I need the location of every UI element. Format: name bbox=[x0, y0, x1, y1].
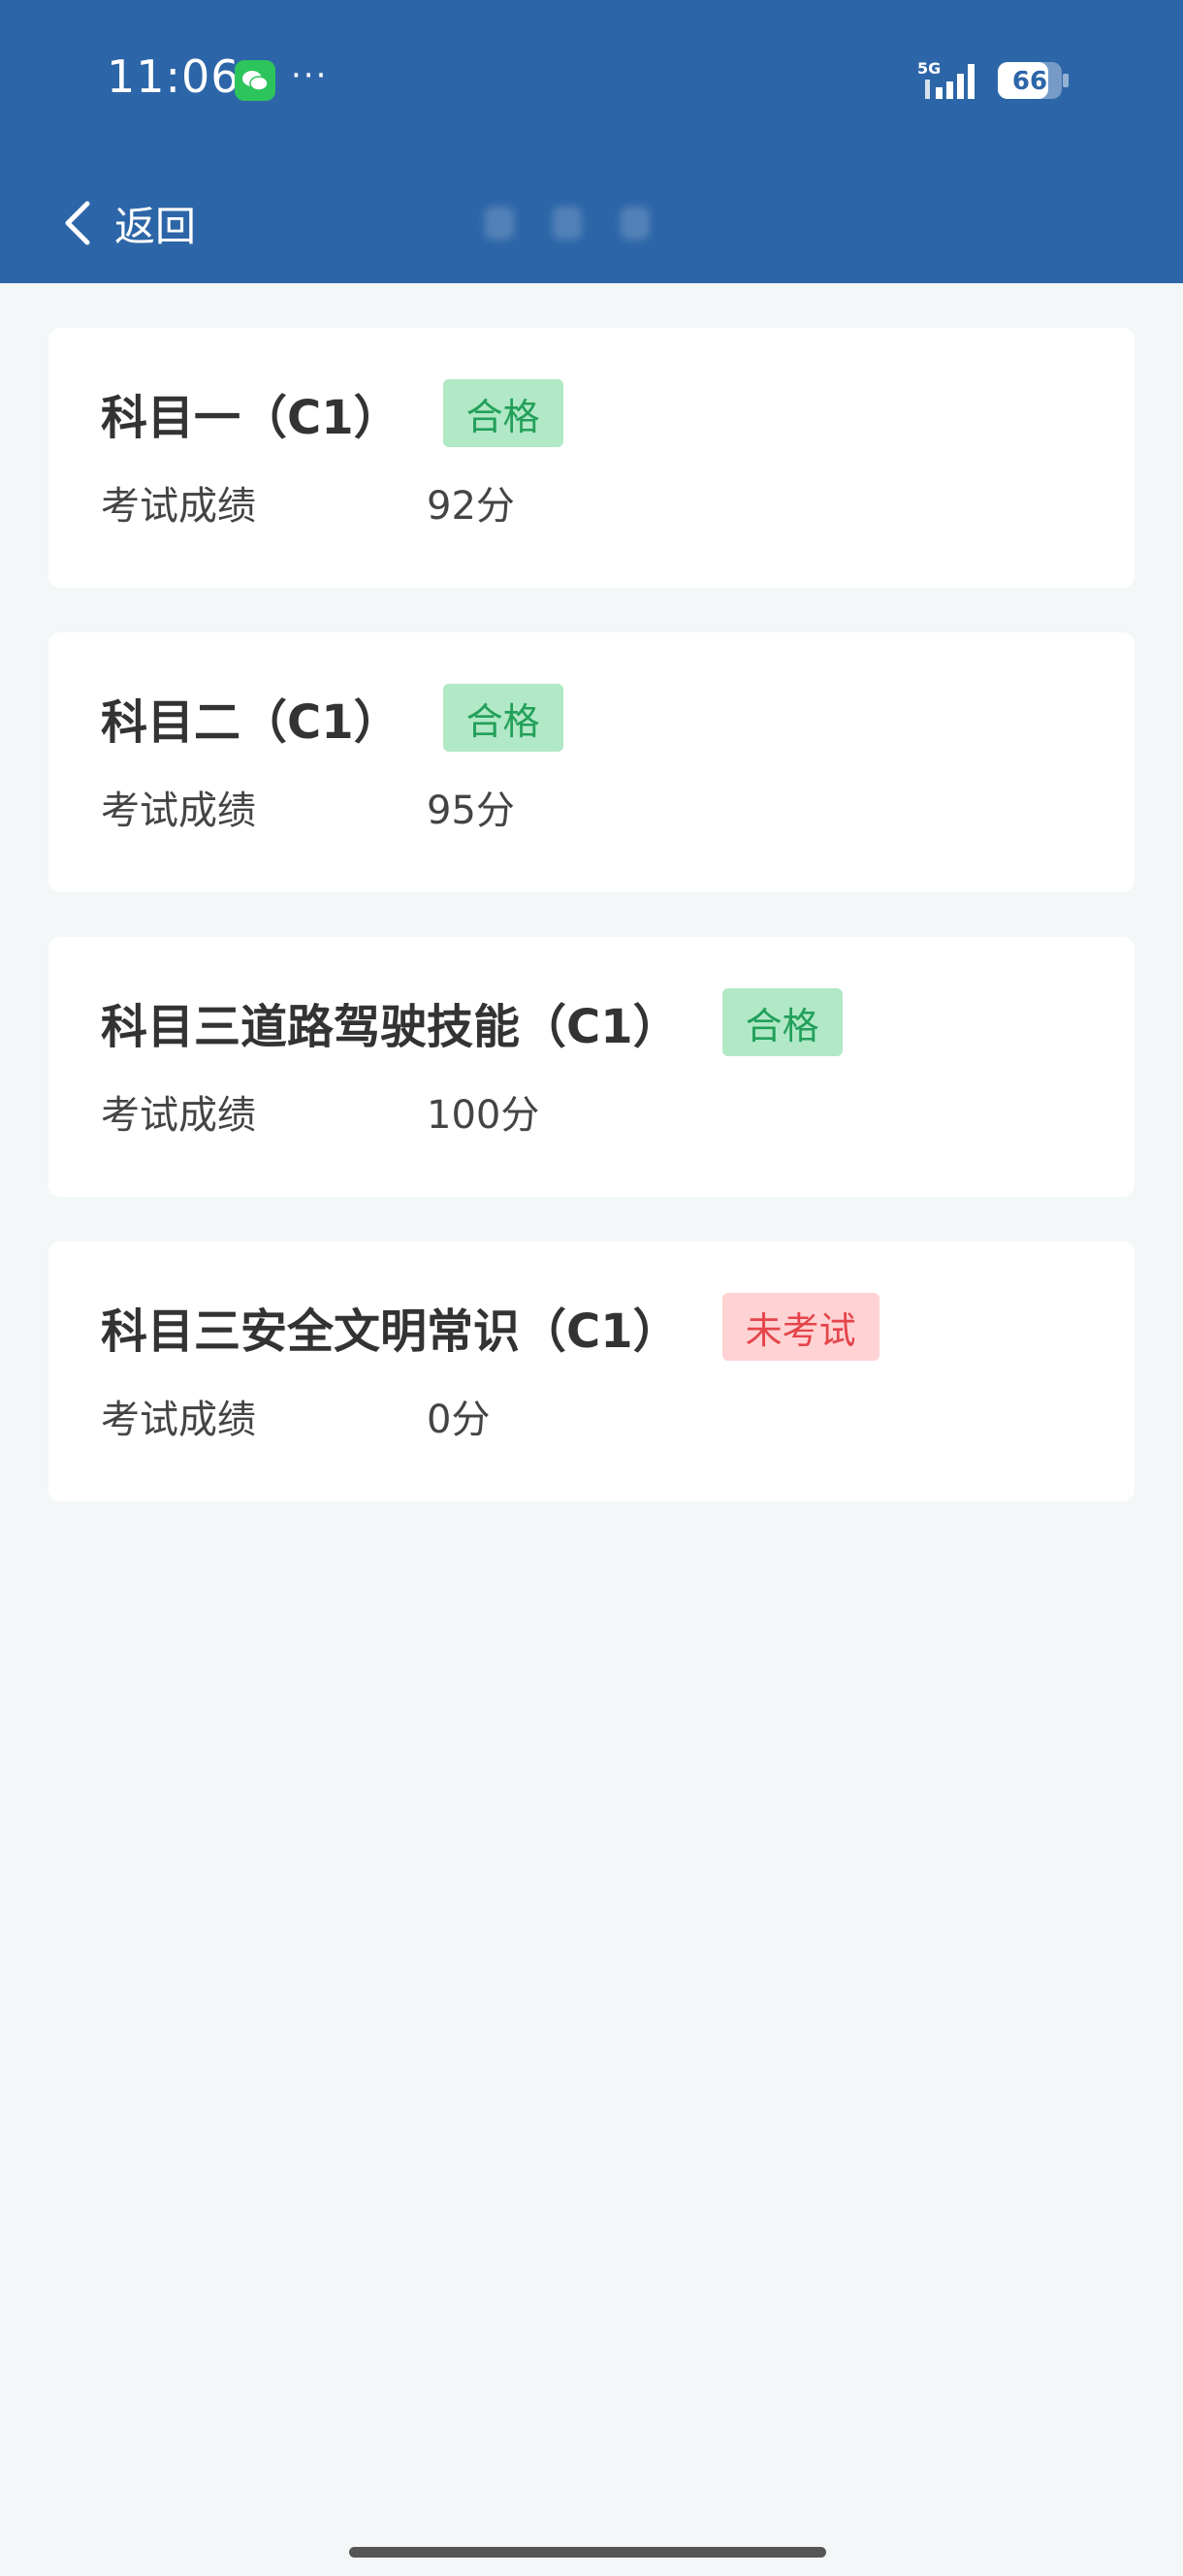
score-value: 100分 bbox=[427, 1093, 540, 1138]
status-badge: 合格 bbox=[442, 684, 563, 752]
score-value: 0分 bbox=[427, 1398, 491, 1442]
header: 11:06 ··· 5G 66 返回 bbox=[0, 0, 1183, 283]
back-button[interactable]: 返回 bbox=[58, 184, 196, 262]
svg-text:5G: 5G bbox=[917, 60, 941, 78]
chevron-left-icon bbox=[65, 201, 90, 245]
status-time: 11:06 bbox=[107, 50, 240, 103]
status-bar: 11:06 ··· 5G 66 bbox=[0, 0, 1183, 165]
nav-bar: 返回 bbox=[0, 165, 1183, 283]
status-badge: 合格 bbox=[442, 379, 563, 447]
svg-text:66: 66 bbox=[1012, 67, 1047, 96]
score-label: 考试成绩 bbox=[101, 1093, 256, 1138]
home-indicator[interactable] bbox=[349, 2547, 826, 2558]
exam-results-list: 科目一（C1） 合格 考试成绩 92分 科目二（C1） 合格 考试成绩 95分 … bbox=[48, 328, 1135, 1546]
back-label: 返回 bbox=[114, 202, 197, 250]
exam-result-card: 科目二（C1） 合格 考试成绩 95分 bbox=[48, 632, 1135, 892]
status-badge: 合格 bbox=[721, 988, 843, 1056]
score-label: 考试成绩 bbox=[101, 789, 256, 833]
subject-title: 科目三安全文明常识（C1） bbox=[101, 1304, 680, 1359]
exam-result-card: 科目三安全文明常识（C1） 未考试 考试成绩 0分 bbox=[48, 1241, 1135, 1501]
exam-result-card: 科目一（C1） 合格 考试成绩 92分 bbox=[48, 328, 1135, 588]
more-notifications-icon: ··· bbox=[291, 56, 329, 95]
page-title-redacted bbox=[485, 194, 708, 252]
subject-title: 科目一（C1） bbox=[101, 391, 400, 445]
score-label: 考试成绩 bbox=[101, 484, 256, 529]
subject-title: 科目二（C1） bbox=[101, 695, 400, 750]
subject-title: 科目三道路驾驶技能（C1） bbox=[101, 1000, 680, 1054]
signal-icon: 5G bbox=[917, 60, 975, 99]
wechat-icon bbox=[235, 60, 275, 101]
score-value: 92分 bbox=[427, 484, 515, 529]
status-badge: 未考试 bbox=[721, 1293, 879, 1361]
score-label: 考试成绩 bbox=[101, 1398, 256, 1442]
battery-icon: 66 bbox=[998, 62, 1069, 99]
exam-result-card: 科目三道路驾驶技能（C1） 合格 考试成绩 100分 bbox=[48, 937, 1135, 1197]
score-value: 95分 bbox=[427, 789, 515, 833]
